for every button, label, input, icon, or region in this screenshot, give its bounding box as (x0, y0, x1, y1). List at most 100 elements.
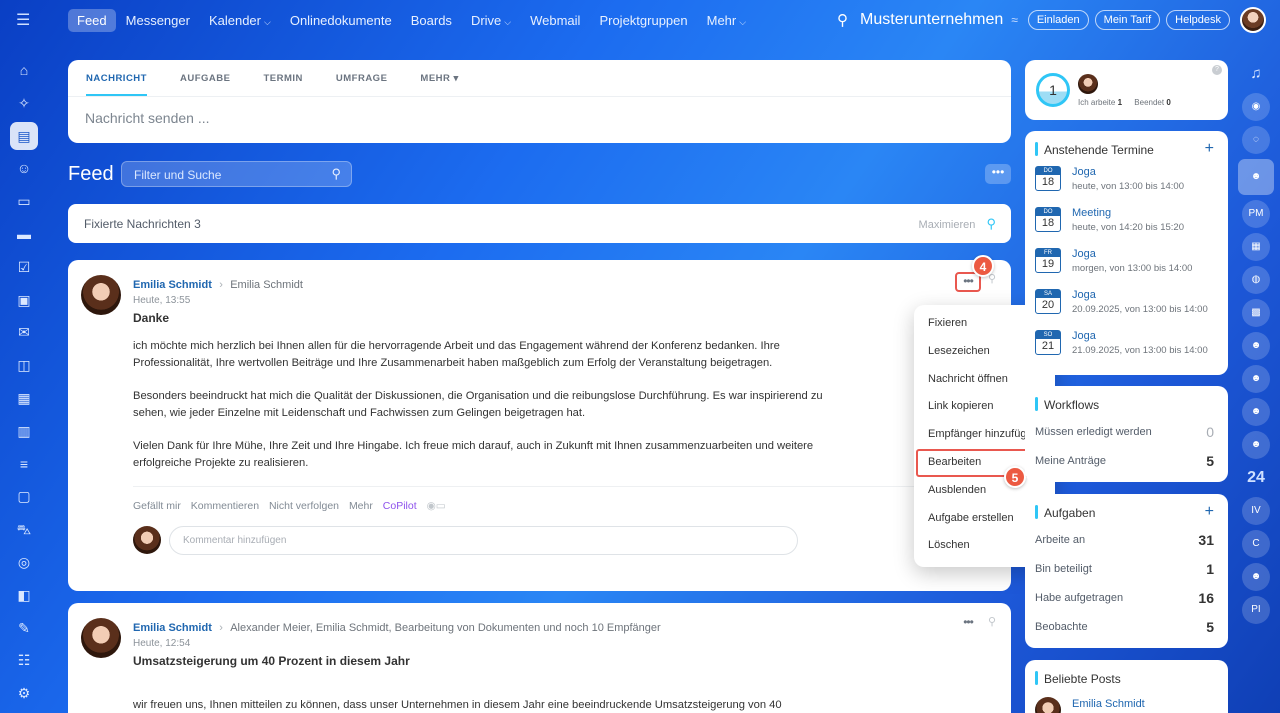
task-row[interactable]: Arbeite an 31 (1025, 526, 1228, 555)
post-author[interactable]: Emilia Schmidt (133, 622, 212, 634)
chat-avatar-iv[interactable]: IV (1242, 497, 1270, 525)
chat-icon[interactable]: ◫ (10, 351, 38, 379)
post-time[interactable]: Heute, 13:55 (133, 295, 893, 306)
author-avatar[interactable] (81, 618, 121, 658)
task-row[interactable]: Bin beteiligt 1 (1025, 555, 1228, 584)
add-event-button[interactable]: + (1205, 140, 1214, 158)
help-icon[interactable]: ? (1212, 65, 1222, 75)
chat-avatar-pm[interactable]: PM (1242, 200, 1270, 228)
bot-icon[interactable]: ☷ (10, 646, 38, 674)
add-task-button[interactable]: + (1205, 503, 1214, 521)
pinned-messages-bar[interactable]: Fixierte Nachrichten 3 Maximieren ⚲ (68, 204, 1011, 243)
menu-icon[interactable]: ☰ (16, 13, 34, 29)
search-chat-icon[interactable]: ◌ (1242, 126, 1270, 154)
nav-webmail[interactable]: Webmail (521, 9, 589, 32)
event-item[interactable]: SO 21 Joga 21.09.2025, von 13:00 bis 14:0… (1025, 323, 1228, 364)
nav-online-documents[interactable]: Onlinedokumente (281, 9, 401, 32)
company-name[interactable]: Musterunternehmen (860, 11, 1003, 29)
puzzle-icon[interactable]: ✧ (10, 89, 38, 117)
drive-icon[interactable]: ▬ (10, 220, 38, 248)
chat-avatar-emilia[interactable]: ☻ (1238, 159, 1274, 195)
target-icon[interactable]: ◎ (10, 548, 38, 576)
tab-poll[interactable]: UMFRAGE (336, 73, 388, 96)
tab-message[interactable]: NACHRICHT (86, 73, 147, 96)
post-recipients[interactable]: Alexander Meier, Emilia Schmidt, Bearbei… (230, 622, 660, 634)
event-item[interactable]: DO 18 Joga heute, von 13:00 bis 14:00 (1025, 159, 1228, 200)
more-button[interactable]: Mehr (349, 500, 373, 512)
post-menu-button[interactable]: ••• (955, 615, 981, 635)
event-item[interactable]: FR 19 Joga morgen, von 13:00 bis 14:00 (1025, 241, 1228, 282)
workflow-row[interactable]: Müssen erledigt werden 0 (1025, 418, 1228, 447)
filter-icon[interactable]: ≡ (10, 450, 38, 478)
feed-icon[interactable]: ▤ (10, 121, 38, 150)
nav-boards[interactable]: Boards (402, 9, 461, 32)
post-author[interactable]: Emilia Schmidt (133, 279, 212, 291)
chat-group-6[interactable]: ☻ (1242, 398, 1270, 426)
post-recipients[interactable]: Emilia Schmidt (230, 279, 303, 291)
chat-group-5[interactable]: ☻ (1242, 365, 1270, 393)
copilot-icon[interactable]: ◉ (1242, 93, 1270, 121)
chat-avatar-pi[interactable]: PI (1242, 596, 1270, 624)
counter-24[interactable]: 24 (1242, 464, 1270, 492)
event-title[interactable]: Joga (1072, 166, 1096, 178)
pin-icon[interactable]: ⚲ (988, 615, 996, 628)
calendar-icon[interactable]: ▦ (10, 384, 38, 412)
tab-more[interactable]: MEHR ▾ (420, 73, 458, 96)
tab-task[interactable]: AUFGABE (180, 73, 230, 96)
message-input[interactable]: Nachricht senden ... (68, 97, 1011, 139)
nav-feed[interactable]: Feed (68, 9, 116, 32)
task-row[interactable]: Habe aufgetragen 16 (1025, 584, 1228, 613)
chat-group-4[interactable]: ☻ (1242, 332, 1270, 360)
copilot-button[interactable]: CoPilot (383, 500, 417, 512)
maximize-link[interactable]: Maximieren (919, 219, 976, 231)
event-title[interactable]: Meeting (1072, 207, 1111, 219)
chat-group-2[interactable]: ◍ (1242, 266, 1270, 294)
chat-avatar-photo[interactable]: ☻ (1242, 563, 1270, 591)
document-icon[interactable]: ▭ (10, 187, 38, 215)
contacts-icon[interactable]: ☺ (10, 154, 38, 182)
tab-event[interactable]: TERMIN (263, 73, 302, 96)
work-time-widget[interactable]: 1 Ich arbeite 1 Beendet 0 ? (1025, 60, 1228, 120)
event-title[interactable]: Joga (1072, 289, 1096, 301)
bell-icon[interactable]: ♫ (1242, 60, 1270, 88)
pin-icon[interactable]: ⚲ (986, 216, 996, 231)
home-icon[interactable]: ⌂ (10, 56, 38, 84)
analytics-icon[interactable]: ▥ (10, 417, 38, 445)
nav-messenger[interactable]: Messenger (117, 9, 199, 32)
comment-input[interactable]: Kommentar hinzufügen (169, 526, 798, 555)
shop-cart-icon[interactable]: ⛍ (10, 515, 38, 543)
event-item[interactable]: DO 18 Meeting heute, von 14:20 bis 15:20 (1025, 200, 1228, 241)
workflow-row[interactable]: Meine Anträge 5 (1025, 447, 1228, 476)
event-title[interactable]: Joga (1072, 248, 1096, 260)
unfollow-button[interactable]: Nicht verfolgen (269, 500, 339, 512)
views-eye-icon[interactable]: ◉▭ (427, 500, 446, 512)
company-settings-icon[interactable]: ≈ (1011, 13, 1018, 27)
event-item[interactable]: SA 20 Joga 20.09.2025, von 13:00 bis 14:0… (1025, 282, 1228, 323)
settings-icon[interactable]: ⚙ (10, 679, 38, 707)
helpdesk-button[interactable]: Helpdesk (1166, 10, 1230, 30)
chat-group-7[interactable]: ☻ (1242, 431, 1270, 459)
event-title[interactable]: Joga (1072, 330, 1096, 342)
feed-more-button[interactable]: ••• (985, 164, 1011, 184)
chat-group-1[interactable]: ▦ (1242, 233, 1270, 261)
filter-search-input[interactable]: Filter und Suche ⚲ (121, 161, 352, 187)
chat-group-3[interactable]: ▩ (1242, 299, 1270, 327)
user-avatar[interactable] (1240, 7, 1266, 33)
invite-button[interactable]: Einladen (1027, 10, 1089, 30)
sign-icon[interactable]: ✎ (10, 614, 38, 642)
like-button[interactable]: Gefällt mir (133, 500, 181, 512)
nav-drive[interactable]: Drive ⌵ (462, 9, 520, 32)
popular-post-author[interactable]: Emilia Schmidt (1072, 698, 1145, 710)
author-avatar[interactable] (81, 275, 121, 315)
crm-icon[interactable]: ▣ (10, 286, 38, 314)
sites-icon[interactable]: ▢ (10, 482, 38, 510)
chat-avatar-c[interactable]: C (1242, 530, 1270, 558)
nav-more[interactable]: Mehr ⌵ (698, 9, 755, 32)
tasks-icon[interactable]: ☑ (10, 253, 38, 281)
search-icon[interactable]: ⚲ (837, 11, 848, 29)
nav-calendar[interactable]: Kalender ⌵ (200, 9, 280, 32)
nav-project-groups[interactable]: Projektgruppen (590, 9, 696, 32)
my-plan-button[interactable]: Mein Tarif (1094, 10, 1161, 30)
post-time[interactable]: Heute, 12:54 (133, 638, 893, 649)
task-row[interactable]: Beobachte 5 (1025, 613, 1228, 642)
